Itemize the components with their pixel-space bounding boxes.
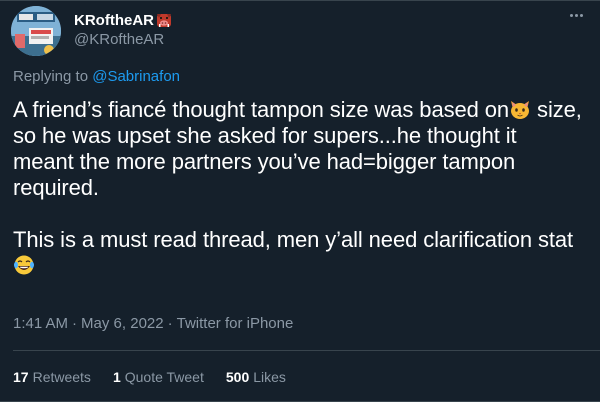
divider — [13, 350, 600, 351]
display-name[interactable]: KRoftheAR — [74, 12, 154, 29]
retweets-label: Retweets — [32, 369, 91, 385]
tweet-text: A friend’s fiancé thought tampon size wa… — [13, 97, 583, 279]
likes-label: Likes — [253, 369, 286, 385]
meta-separator: · — [72, 315, 78, 332]
replying-to: Replying to @Sabrinafon — [13, 68, 180, 85]
tweet-metadata: 1:41 AM · May 6, 2022 · Twitter for iPhone — [13, 315, 293, 332]
tweet-date[interactable]: May 6, 2022 — [81, 315, 164, 332]
replying-to-label: Replying to — [13, 68, 89, 85]
replying-to-handle-link[interactable]: @Sabrinafon — [92, 68, 180, 85]
cat-face-icon — [509, 98, 531, 120]
tweet-paragraph-1: A friend’s fiancé thought tampon size wa… — [13, 97, 583, 201]
tweet-card[interactable]: KRoftheAR @KRoftheAR Replying to @Sabrin… — [0, 0, 600, 402]
tweet-time[interactable]: 1:41 AM — [13, 315, 68, 332]
likes-count: 500 — [225, 369, 250, 385]
more-dot-icon — [579, 13, 583, 17]
avatar[interactable] — [11, 6, 61, 56]
more-options-button[interactable] — [564, 5, 588, 25]
quote-tweets-stat[interactable]: 1 Quote Tweet — [113, 369, 204, 385]
retweets-stat[interactable]: 17 Retweets — [13, 369, 91, 385]
boar-face-icon — [156, 12, 172, 28]
tweet-line-1: A friend’s fiancé thought tampon size wa… — [13, 97, 510, 122]
quote-tweets-label: Quote Tweet — [124, 369, 204, 385]
laughing-tears-icon — [13, 254, 35, 276]
tweet-paragraph-2-text: This is a must read thread, men y’all ne… — [13, 227, 574, 252]
more-dot-icon — [574, 13, 578, 17]
meta-separator: · — [167, 315, 173, 332]
quote-tweets-count: 1 — [112, 369, 121, 385]
avatar-image — [11, 6, 61, 56]
tweet-source[interactable]: Twitter for iPhone — [177, 315, 294, 332]
retweets-count: 17 — [13, 369, 29, 385]
user-handle[interactable]: @KRoftheAR — [74, 31, 164, 48]
display-name-row[interactable]: KRoftheAR — [74, 10, 172, 30]
more-dot-icon — [569, 13, 573, 17]
engagement-stats: 17 Retweets 1 Quote Tweet 500 Likes — [13, 369, 286, 385]
tweet-paragraph-2: This is a must read thread, men y’all ne… — [13, 227, 583, 279]
likes-stat[interactable]: 500 Likes — [226, 369, 286, 385]
